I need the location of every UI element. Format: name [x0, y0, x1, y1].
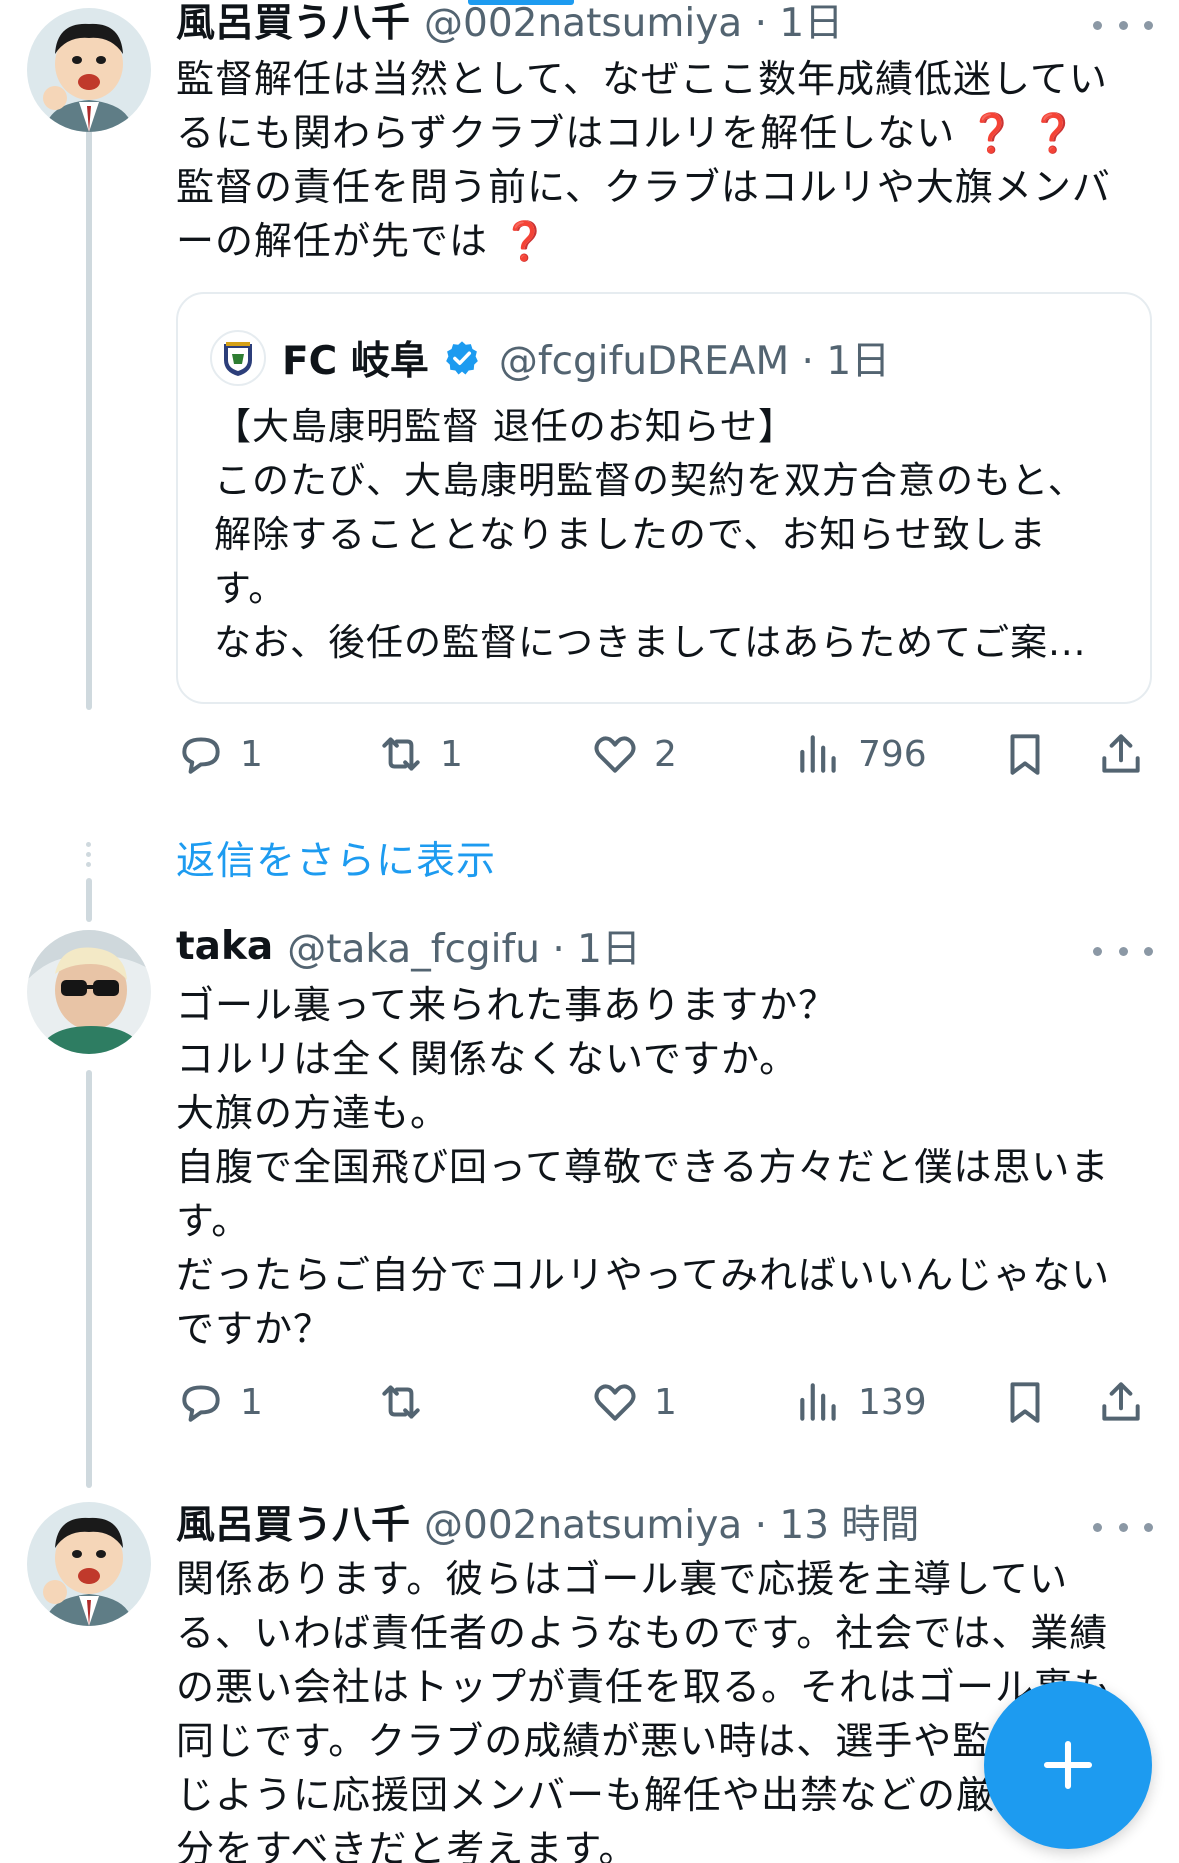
show-more-replies-link[interactable]: 返信をさらに表示 — [176, 830, 496, 886]
bookmark-icon — [1010, 1382, 1040, 1423]
reply-icon — [182, 737, 220, 774]
thread-line — [86, 122, 92, 710]
author-name[interactable]: 風呂買う八千 — [176, 0, 410, 48]
more-icon[interactable] — [1093, 10, 1153, 40]
tweet-line: る、いわば責任者のようなものです。社会では、業績 — [176, 1611, 1109, 1655]
like-button[interactable]: 1 — [590, 1372, 677, 1432]
quoted-author-name[interactable]: FC 岐阜 — [282, 330, 429, 386]
like-count: 1 — [654, 1381, 677, 1423]
tweet-line: の悪い会社はトップが責任を取る。それはゴール裏も — [176, 1665, 1113, 1709]
tweet-line: だったらご自分でコルリやってみればいいんじゃない — [176, 1253, 1111, 1297]
tweet-actions: 1 1 139 — [176, 1372, 1156, 1432]
view-count: 139 — [858, 1381, 927, 1423]
tweet-line: 分をすべきだと考えます。 — [176, 1827, 638, 1863]
thread-line — [86, 878, 92, 922]
question-emoji: ❓ — [501, 219, 550, 263]
tweet-line: す。 — [176, 1199, 251, 1243]
reply-count: 1 — [240, 1381, 263, 1423]
views-icon — [800, 1383, 836, 1421]
view-count: 796 — [858, 733, 927, 775]
avatar[interactable] — [27, 930, 151, 1054]
tweet-line: 自腹で全国飛び回って尊敬できる方々だと僕は思いま — [176, 1145, 1110, 1189]
repost-count: 1 — [440, 733, 463, 775]
tweet-line: ーの解任が先では ❓ — [176, 219, 550, 263]
thread-gap-dots — [86, 842, 92, 872]
question-emoji: ❓ — [1029, 111, 1079, 155]
bookmark-button[interactable] — [1000, 1372, 1050, 1432]
like-button[interactable]: 2 — [590, 724, 677, 784]
quoted-author-handle[interactable]: @fcgifuDREAM · 1日 — [499, 330, 890, 386]
repost-button[interactable]: 1 — [376, 724, 463, 784]
share-button[interactable] — [1096, 724, 1146, 784]
quote-line: す。 — [214, 567, 287, 610]
club-logo-icon — [210, 330, 266, 386]
tweet-line: 大旗の方達も。 — [176, 1091, 450, 1135]
avatar[interactable] — [27, 1502, 151, 1626]
tweet-line: 監督の責任を問う前に、クラブはコルリや大旗メンバ — [176, 165, 1111, 209]
quote-line: なお、後任の監督につきましてはあらためてご案... — [214, 621, 1087, 664]
tweet-text: 関係あります。彼らはゴール裏で応援を主導してい る、いわば責任者のようなものです… — [176, 1552, 1136, 1863]
quote-line: 【大島康明監督 退任のお知らせ】 — [214, 405, 797, 448]
avatar[interactable] — [27, 8, 151, 132]
quoted-tweet-text: 【大島康明監督 退任のお知らせ】 このたび、大島康明監督の契約を双方合意のもと、… — [214, 400, 1134, 670]
bookmark-icon — [1010, 734, 1040, 775]
author-handle[interactable]: @002natsumiya · 13 時間 — [424, 1494, 919, 1550]
share-button[interactable] — [1096, 1372, 1146, 1432]
author-name[interactable]: 風呂買う八千 — [176, 1494, 410, 1550]
views-button[interactable]: 796 — [794, 724, 927, 784]
reply-button[interactable]: 1 — [176, 724, 263, 784]
thread-line — [86, 1070, 92, 1488]
share-icon — [1102, 734, 1140, 773]
reply-button[interactable]: 1 — [176, 1372, 263, 1432]
repost-button[interactable] — [376, 1372, 440, 1432]
more-icon[interactable] — [1093, 936, 1153, 966]
compose-plus-icon — [1043, 1740, 1093, 1790]
author-handle[interactable]: @002natsumiya · 1日 — [424, 0, 843, 48]
tweet-actions: 1 1 2 796 — [176, 724, 1156, 784]
author-handle[interactable]: @taka_fcgifu · 1日 — [287, 918, 641, 974]
compose-button[interactable] — [984, 1681, 1152, 1849]
verified-badge-icon — [446, 341, 478, 375]
tweet-line: 関係あります。彼らはゴール裏で応援を主導してい — [176, 1557, 1069, 1601]
tweet-text: ゴール裏って来られた事ありますか？ コルリは全く関係なくないですか。 大旗の方達… — [176, 978, 1136, 1356]
quoted-tweet-card[interactable]: FC 岐阜 @fcgifuDREAM · 1日 【大島康明監督 退任のお知らせ】… — [176, 292, 1152, 704]
tweet-text: 監督解任は当然として、なぜここ数年成績低迷してい るにも関わらずクラブはコルリを… — [176, 52, 1136, 268]
reply-icon — [182, 1385, 220, 1422]
tweet-line: ですか？ — [176, 1307, 333, 1351]
reply-count: 1 — [240, 733, 263, 775]
author-name[interactable]: taka — [176, 924, 273, 969]
bookmark-button[interactable] — [1000, 724, 1050, 784]
tweet-line: コルリは全く関係なくないですか。 — [176, 1037, 799, 1081]
like-icon — [594, 736, 636, 773]
tweet-line: ゴール裏って来られた事ありますか？ — [176, 983, 838, 1027]
tweet-line: るにも関わらずクラブはコルリを解任しない ❓ ❓ — [176, 111, 1079, 155]
views-icon — [800, 735, 836, 773]
repost-icon — [382, 737, 420, 771]
more-icon[interactable] — [1093, 1512, 1153, 1542]
views-button[interactable]: 139 — [794, 1372, 927, 1432]
quote-line: このたび、大島康明監督の契約を双方合意のもと、 — [214, 459, 1086, 502]
share-icon — [1102, 1382, 1140, 1421]
quote-line: 解除することとなりましたので、お知らせ致しま — [214, 513, 1047, 556]
tweet-line: 監督解任は当然として、なぜここ数年成績低迷してい — [176, 57, 1108, 101]
like-count: 2 — [654, 733, 677, 775]
question-emoji: ❓ — [968, 111, 1017, 155]
like-icon — [594, 1384, 636, 1421]
repost-icon — [382, 1385, 420, 1419]
